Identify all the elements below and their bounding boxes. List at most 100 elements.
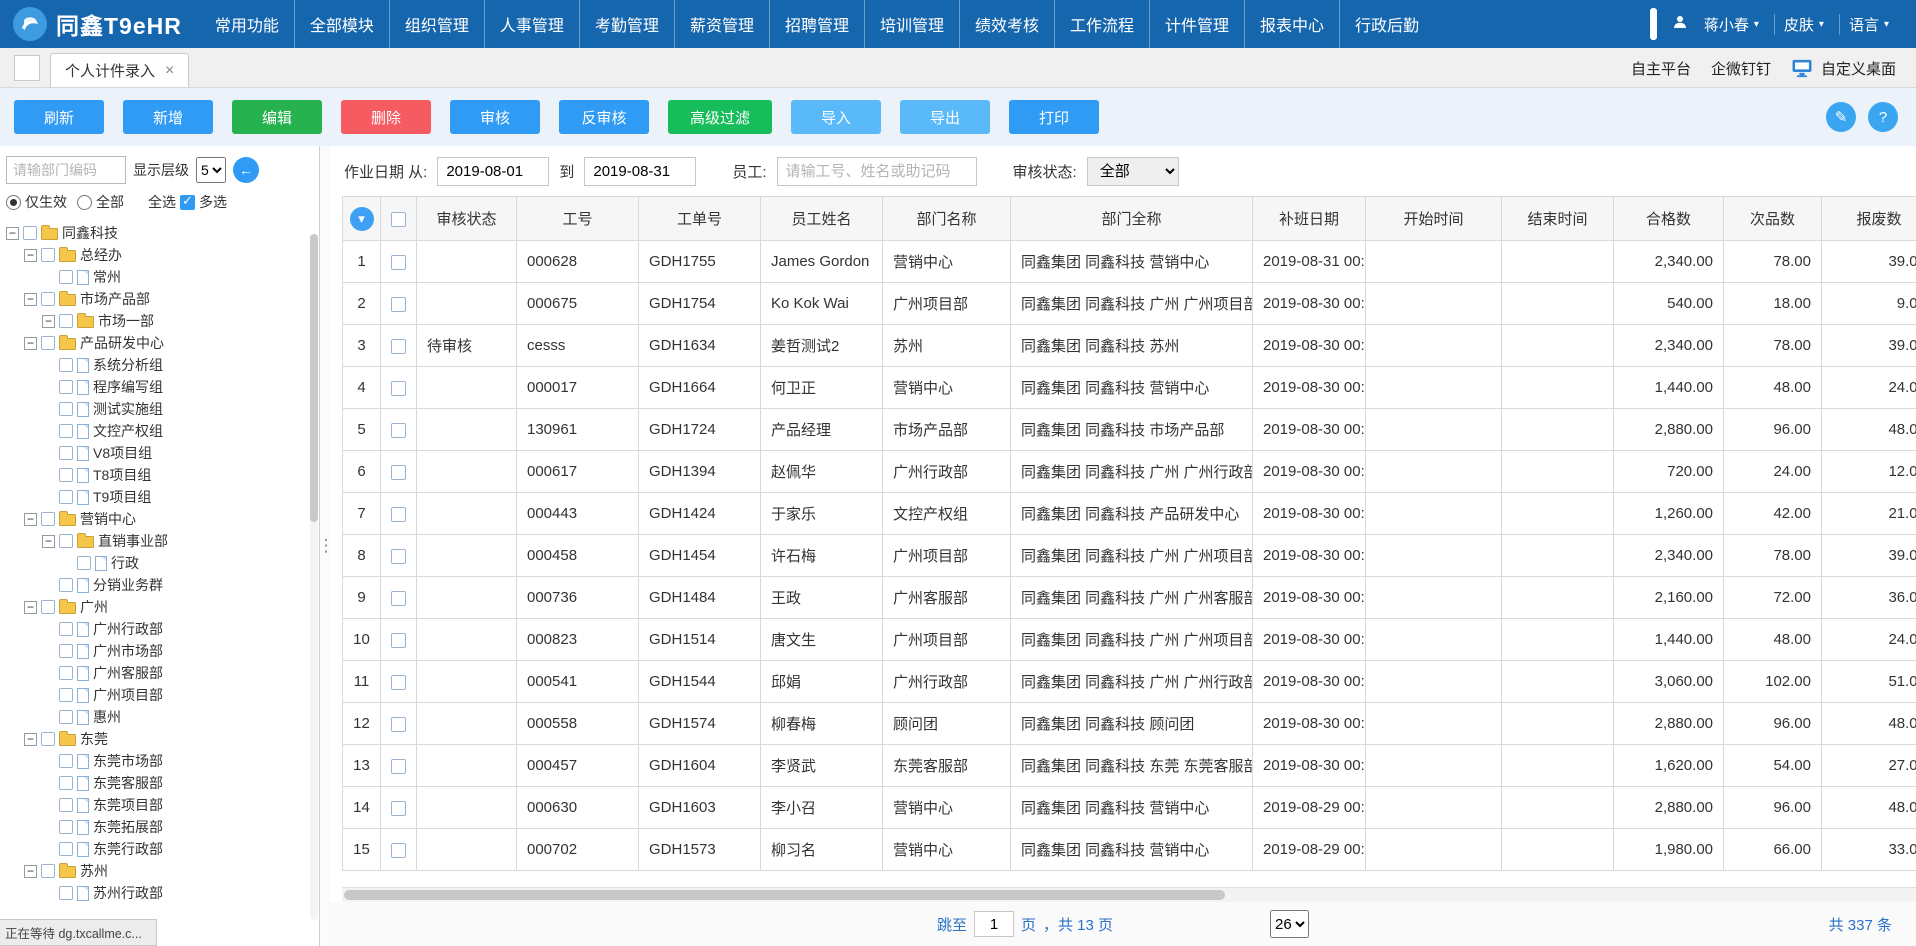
tree-node[interactable]: V8项目组 bbox=[0, 442, 319, 464]
row-checkbox[interactable] bbox=[391, 507, 406, 522]
tree-checkbox[interactable] bbox=[41, 864, 55, 878]
toolbar-button-9[interactable]: 导出 bbox=[900, 100, 990, 134]
row-checkbox[interactable] bbox=[391, 297, 406, 312]
column-header-8[interactable]: 开始时间 bbox=[1366, 197, 1502, 241]
row-checkbox[interactable] bbox=[391, 759, 406, 774]
tree-checkbox[interactable] bbox=[59, 578, 73, 592]
tree-checkbox[interactable] bbox=[41, 336, 55, 350]
tree-node[interactable]: −苏州 bbox=[0, 860, 319, 882]
tree-node[interactable]: 东莞市场部 bbox=[0, 750, 319, 772]
table-row[interactable]: 7000443GDH1424于家乐文控产权组同鑫集团 同鑫科技 产品研发中心20… bbox=[343, 493, 1916, 535]
tree-checkbox[interactable] bbox=[59, 270, 73, 284]
tree-node[interactable]: −营销中心 bbox=[0, 508, 319, 530]
tree-node[interactable]: 惠州 bbox=[0, 706, 319, 728]
column-header-2[interactable]: 工号 bbox=[517, 197, 639, 241]
dept-code-input[interactable] bbox=[6, 156, 126, 184]
column-header-4[interactable]: 员工姓名 bbox=[761, 197, 883, 241]
row-checkbox[interactable] bbox=[391, 675, 406, 690]
tree-node[interactable]: 广州客服部 bbox=[0, 662, 319, 684]
tree-node[interactable]: 系统分析组 bbox=[0, 354, 319, 376]
link-self-platform[interactable]: 自主平台 bbox=[1631, 58, 1691, 79]
date-to-input[interactable] bbox=[584, 157, 696, 186]
row-checkbox[interactable] bbox=[391, 381, 406, 396]
nav-item-11[interactable]: 计件管理 bbox=[1149, 0, 1244, 48]
tree-node[interactable]: 分销业务群 bbox=[0, 574, 319, 596]
toolbar-button-7[interactable]: 高级过滤 bbox=[668, 100, 772, 134]
customize-button[interactable]: ✎ bbox=[1826, 102, 1856, 132]
page-size-select[interactable]: 26 bbox=[1270, 910, 1309, 938]
collapse-tree-button[interactable]: ← bbox=[233, 157, 259, 183]
toolbar-button-3[interactable]: 编辑 bbox=[232, 100, 322, 134]
row-checkbox[interactable] bbox=[391, 843, 406, 858]
tree-node[interactable]: 东莞拓展部 bbox=[0, 816, 319, 838]
column-header-11[interactable]: 次品数 bbox=[1724, 197, 1822, 241]
toolbar-button-2[interactable]: 新增 bbox=[123, 100, 213, 134]
table-row[interactable]: 1000628GDH1755James Gordon营销中心同鑫集团 同鑫科技 … bbox=[343, 241, 1916, 283]
column-header-1[interactable]: 审核状态 bbox=[417, 197, 517, 241]
tree-node[interactable]: −市场产品部 bbox=[0, 288, 319, 310]
nav-item-2[interactable]: 全部模块 bbox=[294, 0, 389, 48]
row-checkbox[interactable] bbox=[391, 633, 406, 648]
tree-checkbox[interactable] bbox=[59, 490, 73, 504]
tree-checkbox[interactable] bbox=[41, 248, 55, 262]
tree-node[interactable]: 东莞客服部 bbox=[0, 772, 319, 794]
tree-checkbox[interactable] bbox=[59, 842, 73, 856]
tree-checkbox[interactable] bbox=[59, 534, 73, 548]
tree-checkbox[interactable] bbox=[59, 402, 73, 416]
column-header-12[interactable]: 报废数 bbox=[1822, 197, 1916, 241]
nav-item-13[interactable]: 行政后勤 bbox=[1339, 0, 1434, 48]
table-row[interactable]: 9000736GDH1484王政广州客服部同鑫集团 同鑫科技 广州 广州客服部2… bbox=[343, 577, 1916, 619]
tree-node[interactable]: 广州项目部 bbox=[0, 684, 319, 706]
tab-close-icon[interactable]: × bbox=[165, 62, 174, 80]
hscroll-thumb[interactable] bbox=[344, 890, 1225, 900]
tab-home-button[interactable] bbox=[14, 55, 40, 81]
tree-checkbox[interactable] bbox=[59, 886, 73, 900]
nav-item-8[interactable]: 培训管理 bbox=[864, 0, 959, 48]
tree-checkbox[interactable] bbox=[59, 820, 73, 834]
tree-node[interactable]: 常州 bbox=[0, 266, 319, 288]
tree-node[interactable]: 东莞行政部 bbox=[0, 838, 319, 860]
table-row[interactable]: 12000558GDH1574柳春梅顾问团同鑫集团 同鑫科技 顾问团2019-0… bbox=[343, 703, 1916, 745]
row-checkbox[interactable] bbox=[391, 255, 406, 270]
table-row[interactable]: 13000457GDH1604李贤武东莞客服部同鑫集团 同鑫科技 东莞 东莞客服… bbox=[343, 745, 1916, 787]
row-checkbox[interactable] bbox=[391, 465, 406, 480]
tree-checkbox[interactable] bbox=[59, 468, 73, 482]
tree-expander-icon[interactable]: − bbox=[24, 733, 37, 746]
tree-checkbox[interactable] bbox=[59, 710, 73, 724]
tree-checkbox[interactable] bbox=[41, 292, 55, 306]
tree-expander-icon[interactable]: − bbox=[24, 249, 37, 262]
tree-node[interactable]: 测试实施组 bbox=[0, 398, 319, 420]
tree-checkbox[interactable] bbox=[59, 380, 73, 394]
link-wechat-dingtalk[interactable]: 企微钉钉 bbox=[1711, 58, 1771, 79]
language-menu[interactable]: 语言 ▾ bbox=[1839, 14, 1898, 35]
tree-checkbox[interactable] bbox=[41, 512, 55, 526]
tree-checkbox[interactable] bbox=[59, 446, 73, 460]
tree-checkbox[interactable] bbox=[59, 622, 73, 636]
table-row[interactable]: 10000823GDH1514唐文生广州项目部同鑫集团 同鑫科技 广州 广州项目… bbox=[343, 619, 1916, 661]
toolbar-button-8[interactable]: 导入 bbox=[791, 100, 881, 134]
toolbar-button-10[interactable]: 打印 bbox=[1009, 100, 1099, 134]
tree-expander-icon[interactable]: − bbox=[24, 293, 37, 306]
tree-checkbox[interactable] bbox=[77, 556, 91, 570]
toolbar-button-6[interactable]: 反审核 bbox=[559, 100, 649, 134]
select-all-toggle[interactable]: 全选 bbox=[148, 192, 176, 212]
column-header-3[interactable]: 工单号 bbox=[639, 197, 761, 241]
tree-checkbox[interactable] bbox=[59, 798, 73, 812]
audit-status-select[interactable]: 全部 bbox=[1087, 157, 1179, 186]
tree-expander-icon[interactable]: − bbox=[42, 315, 55, 328]
tree-expander-icon[interactable]: − bbox=[42, 535, 55, 548]
tree-checkbox[interactable] bbox=[59, 424, 73, 438]
table-row[interactable]: 11000541GDH1544邱娟广州行政部同鑫集团 同鑫科技 广州 广州行政部… bbox=[343, 661, 1916, 703]
tree-node[interactable]: 文控产权组 bbox=[0, 420, 319, 442]
table-row[interactable]: 3待审核cesssGDH1634姜哲测试2苏州同鑫集团 同鑫科技 苏州2019-… bbox=[343, 325, 1916, 367]
tree-checkbox[interactable] bbox=[23, 226, 37, 240]
panel-splitter[interactable]: ⋮ bbox=[320, 146, 330, 946]
tree-expander-icon[interactable]: − bbox=[24, 337, 37, 350]
nav-item-5[interactable]: 考勤管理 bbox=[579, 0, 674, 48]
level-select[interactable]: 5 bbox=[196, 157, 226, 183]
table-row[interactable]: 15000702GDH1573柳习名营销中心同鑫集团 同鑫科技 营销中心2019… bbox=[343, 829, 1916, 871]
row-checkbox[interactable] bbox=[391, 591, 406, 606]
date-from-input[interactable] bbox=[437, 157, 549, 186]
tree-node[interactable]: 苏州行政部 bbox=[0, 882, 319, 904]
tree-checkbox[interactable] bbox=[41, 600, 55, 614]
